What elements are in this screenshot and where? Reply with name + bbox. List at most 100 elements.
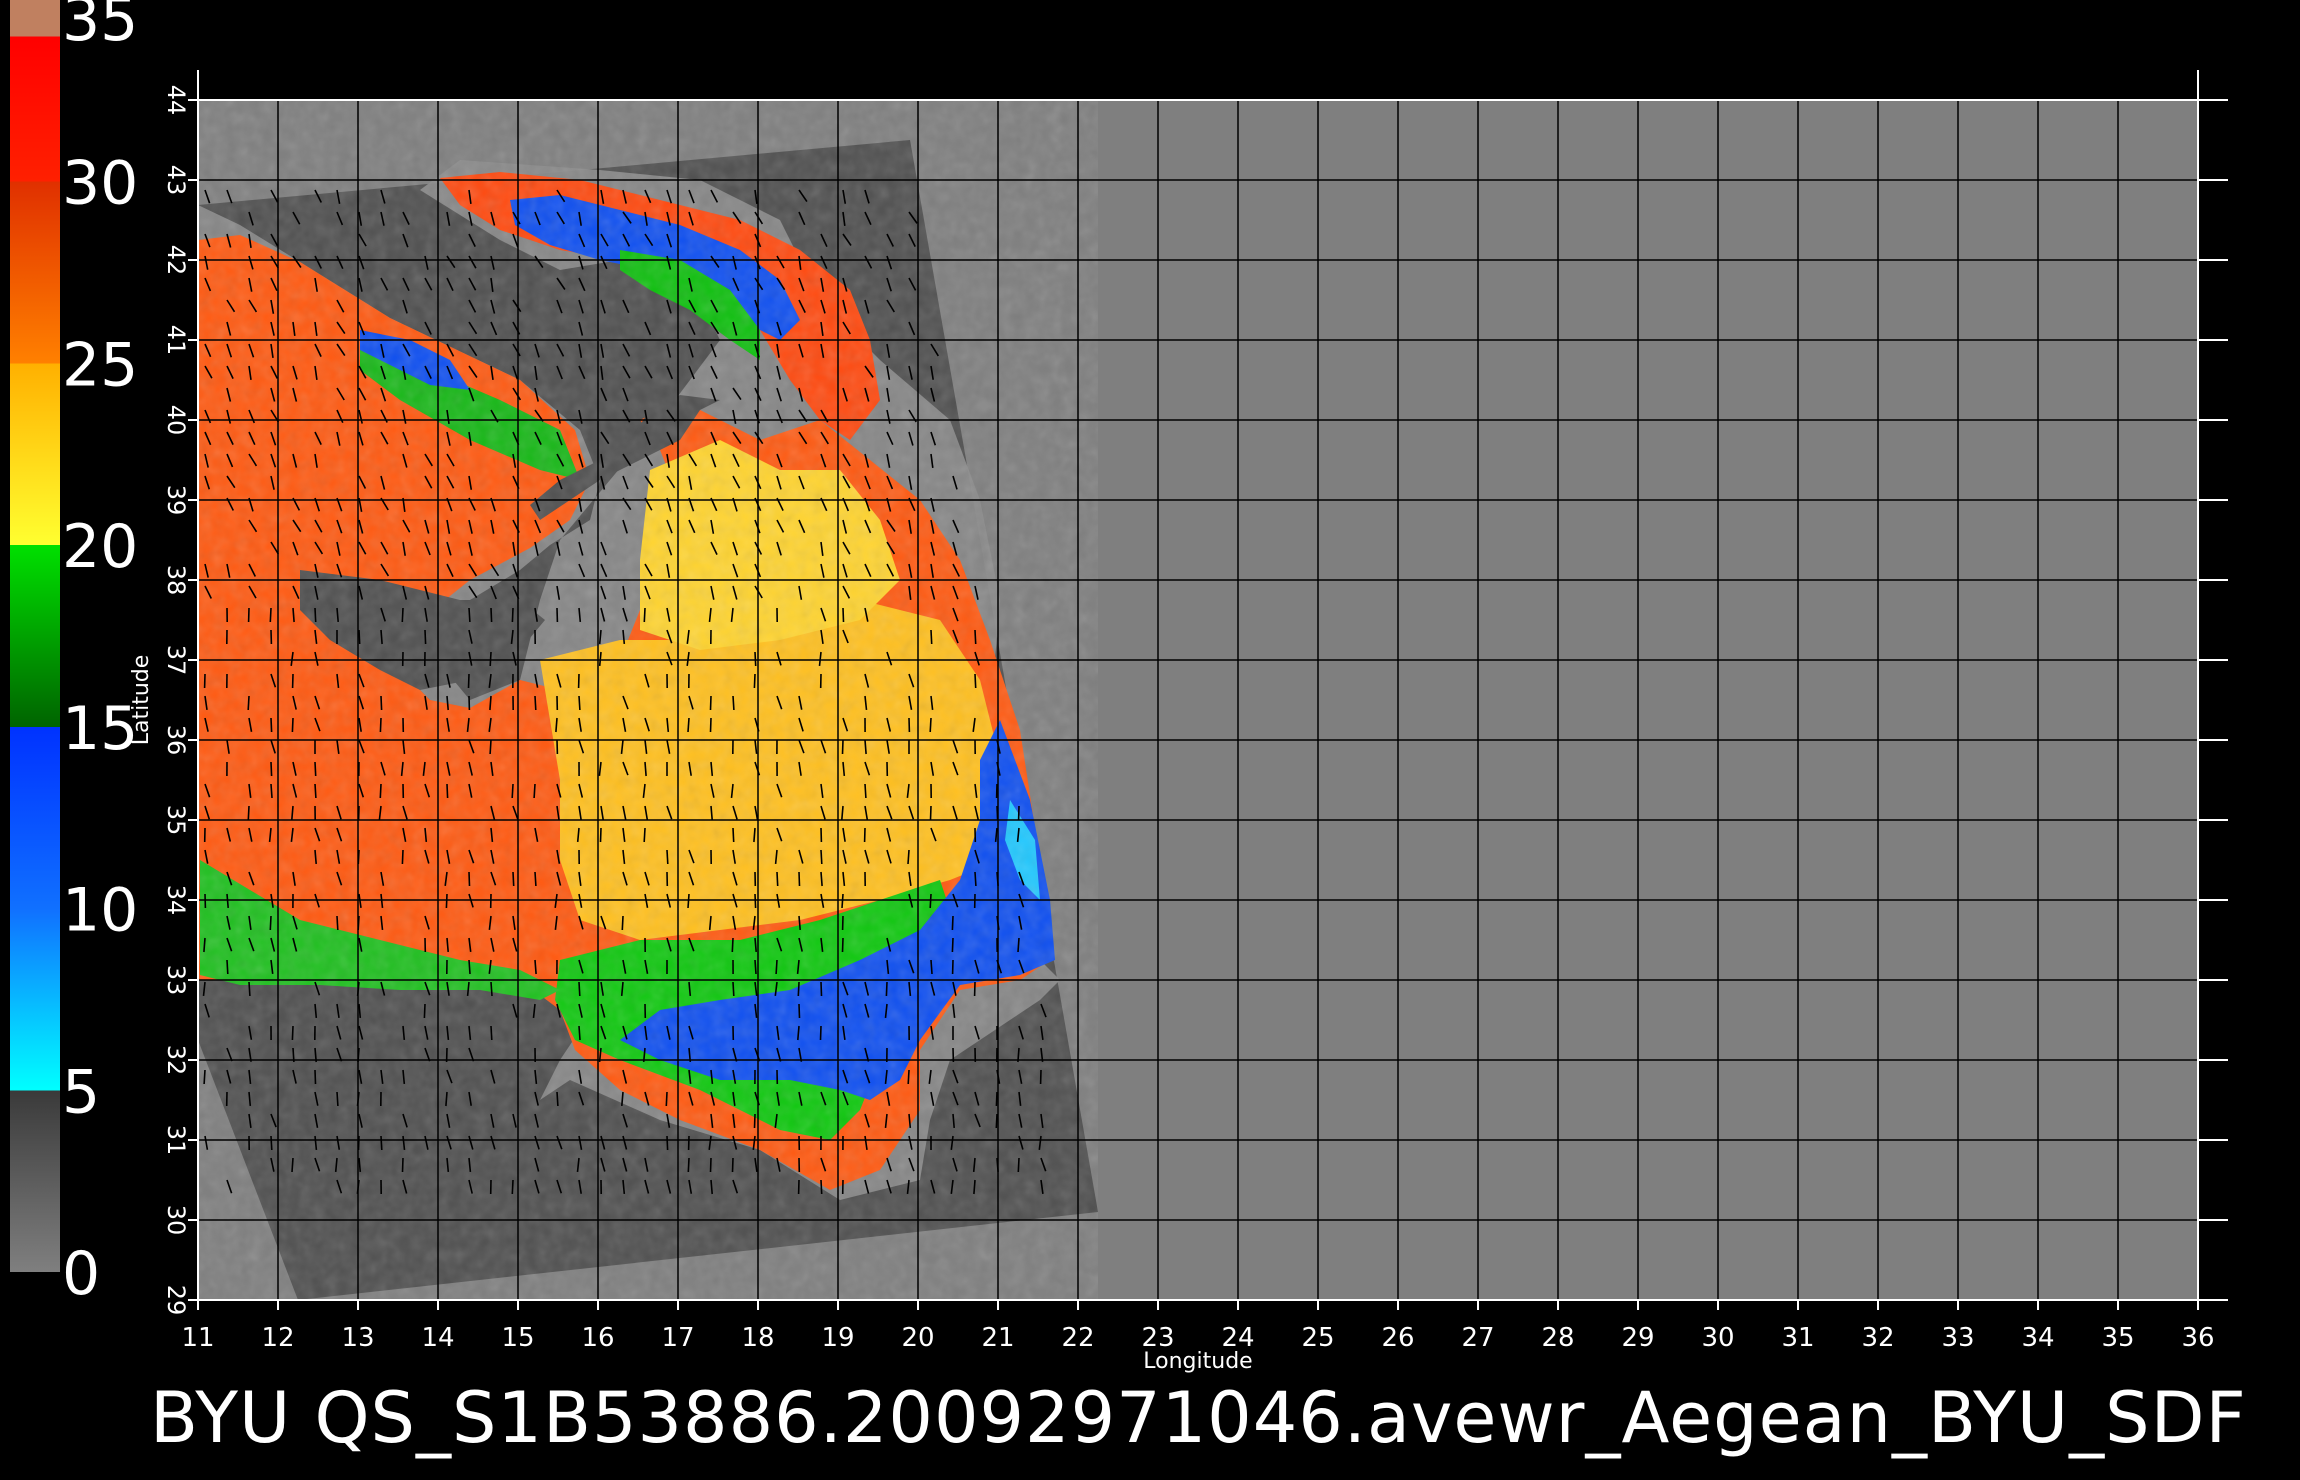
colorbar-tick-label: 15: [62, 694, 138, 764]
wind-vector: [490, 1025, 493, 1041]
wind-vector: [292, 607, 295, 623]
wind-vector: [314, 1069, 317, 1085]
wind-vector: [424, 629, 427, 645]
wind-vector: [490, 981, 493, 997]
wind-vector: [776, 871, 779, 887]
wind-vector: [709, 1157, 712, 1173]
wind-vector: [841, 739, 844, 755]
y-tick-label: 34: [162, 885, 190, 916]
wind-vector: [578, 1025, 581, 1041]
x-tick-label: 15: [501, 1323, 534, 1353]
wind-vector: [754, 651, 757, 667]
y-tick-label: 32: [162, 1045, 190, 1076]
wind-vector: [534, 871, 537, 887]
x-tick-label: 26: [1381, 1323, 1414, 1353]
y-tick-label: 30: [162, 1205, 190, 1236]
wind-vector: [467, 673, 470, 689]
wind-vector: [401, 1157, 404, 1173]
y-tick-label: 43: [162, 165, 190, 196]
wind-vector: [709, 695, 712, 711]
wind-vector: [336, 1091, 339, 1107]
wind-vector: [578, 981, 581, 997]
wind-vector: [203, 1069, 206, 1085]
colorbar-tick-label: 10: [62, 876, 138, 946]
y-tick-label: 33: [162, 965, 190, 996]
wind-vector: [907, 849, 910, 865]
wind-vector: [929, 717, 932, 733]
y-tick-label: 31: [162, 1125, 190, 1156]
wind-vector: [687, 717, 690, 733]
wind-vector: [820, 849, 823, 865]
wind-vector: [643, 827, 646, 843]
wind-vector: [468, 871, 471, 887]
y-tick-label: 42: [162, 245, 190, 276]
y-axis-label: Latitude: [129, 655, 154, 746]
wind-vector: [687, 1157, 690, 1173]
wind-vector: [775, 959, 778, 975]
wind-vector: [511, 607, 514, 623]
wind-vector: [907, 1069, 910, 1085]
wind-vector: [644, 761, 647, 777]
x-tick-label: 19: [821, 1323, 854, 1353]
wind-vector: [379, 783, 382, 799]
wind-vector: [468, 607, 471, 623]
wind-vector: [512, 871, 515, 887]
wind-vector: [1017, 937, 1020, 953]
wind-vector: [380, 695, 383, 711]
wind-vector: [423, 1003, 426, 1019]
wind-vector: [753, 673, 756, 689]
wind-vector: [841, 937, 844, 953]
y-tick-label: 36: [162, 725, 190, 756]
wind-vector: [930, 959, 933, 975]
wind-vector: [446, 783, 449, 799]
wind-vector: [358, 629, 361, 645]
wind-vector: [490, 607, 493, 623]
wind-vector: [401, 607, 404, 623]
wind-vector: [643, 607, 646, 623]
x-tick-label: 11: [181, 1323, 214, 1353]
wind-vector: [511, 1179, 514, 1195]
colorbar-tick-label: 20: [62, 512, 138, 582]
wind-vector: [930, 629, 933, 645]
wind-vector: [380, 1135, 383, 1151]
wind-vector: [534, 959, 537, 975]
x-tick-label: 21: [981, 1323, 1014, 1353]
wind-vector: [1017, 1157, 1020, 1173]
x-tick-label: 27: [1461, 1323, 1494, 1353]
wind-vector: [203, 937, 206, 953]
wind-vector: [489, 651, 492, 667]
wind-vector: [995, 1091, 998, 1107]
wind-vector: [226, 959, 229, 975]
wind-vector: [732, 695, 735, 711]
wind-vector: [489, 739, 492, 755]
colorbar-ticks: 0 5 10 15 20 25 30 35: [62, 0, 138, 1309]
wind-vector: [731, 1157, 734, 1173]
wind-vector: [842, 607, 845, 623]
wind-vector: [798, 871, 801, 887]
wind-vector: [732, 981, 735, 997]
y-tick-label: 37: [162, 645, 190, 676]
wind-vector: [621, 915, 624, 931]
colorbar-strip: [10, 0, 60, 1272]
wind-vector: [797, 981, 800, 997]
wind-vector: [534, 695, 537, 711]
wind-vector: [864, 739, 867, 755]
wind-vector: [468, 959, 471, 975]
colorbar-tick-label: 5: [62, 1057, 100, 1127]
x-tick-label: 18: [741, 1323, 774, 1353]
wind-vector: [291, 717, 294, 733]
wind-vector: [489, 695, 492, 711]
product-caption: BYU QS_S1B53886.20092971046.avewr_Aegean…: [150, 1377, 2247, 1459]
wind-vector: [445, 893, 448, 909]
wind-vector: [379, 717, 382, 733]
wind-vector: [247, 695, 250, 711]
wind-vector: [314, 607, 317, 623]
wind-vector: [974, 629, 977, 645]
swath-layer: [198, 100, 1098, 1300]
wind-vector: [599, 827, 602, 843]
y-tick-label: 41: [162, 325, 190, 356]
x-tick-label: 13: [341, 1323, 374, 1353]
wind-vector: [314, 783, 317, 799]
wind-vector: [666, 849, 669, 865]
colorbar-tick-label: 35: [62, 0, 138, 55]
